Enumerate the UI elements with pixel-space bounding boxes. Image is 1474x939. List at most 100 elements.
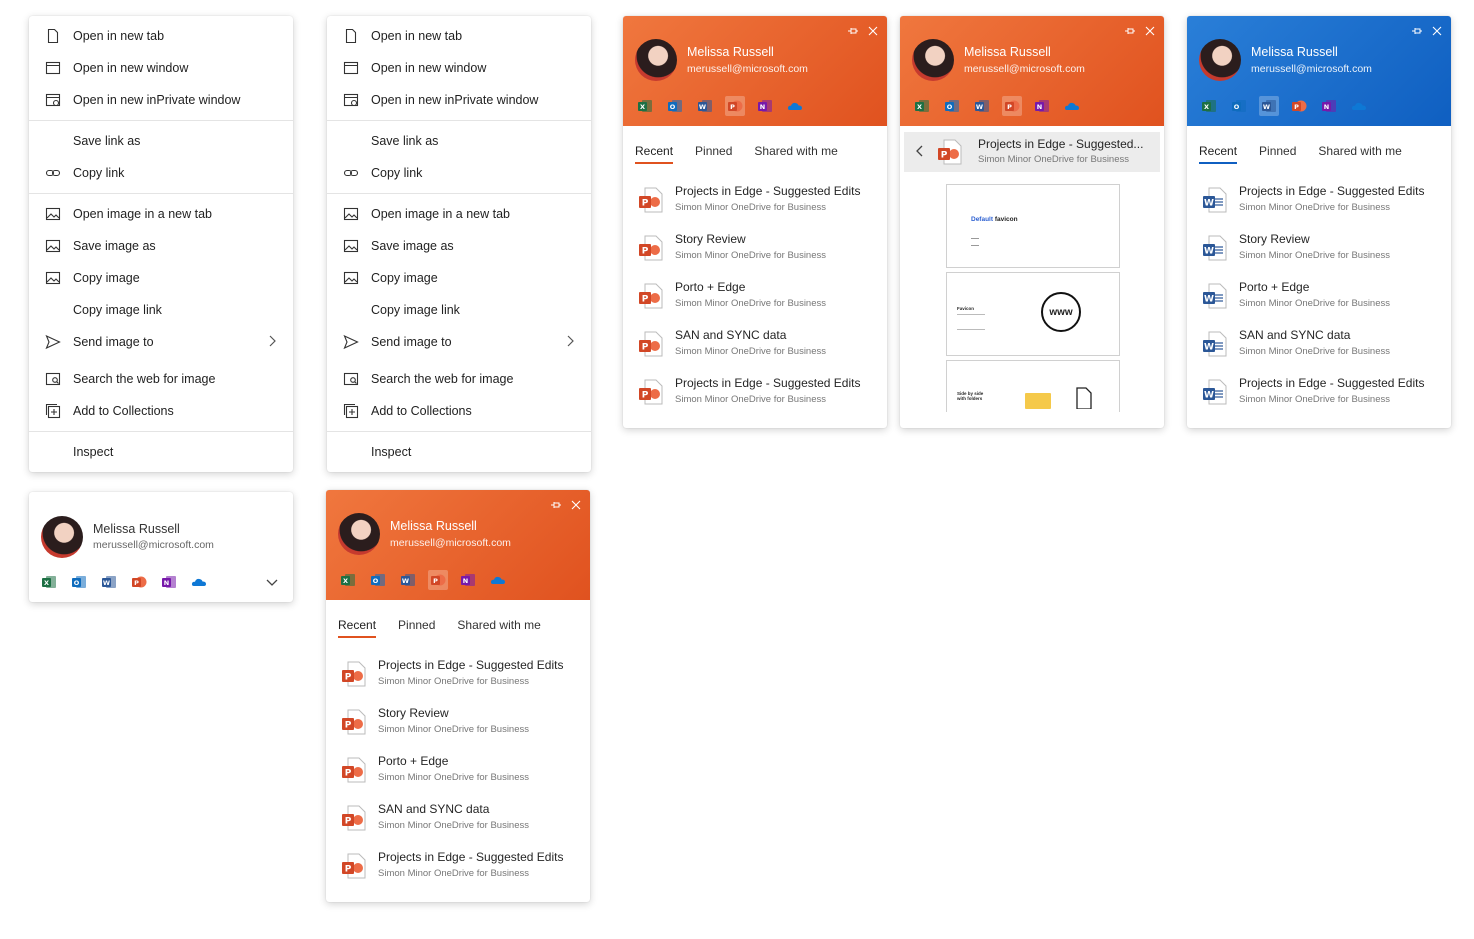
menu-item-copy-link[interactable]: Copy link <box>327 157 591 189</box>
menu-item-save-link-as[interactable]: Save link as <box>327 125 591 157</box>
list-item[interactable]: W SAN and SYNC data Simon Minor OneDrive… <box>1201 328 1441 376</box>
pin-icon[interactable] <box>1411 24 1423 42</box>
menu-item-copy-image-link[interactable]: Copy image link <box>327 294 591 326</box>
list-item[interactable]: P Projects in Edge - Suggested Edits Sim… <box>637 184 877 232</box>
menu-item-search-the-web-for-image[interactable]: Search the web for image <box>29 363 293 395</box>
expand-chevron-icon[interactable] <box>265 576 279 595</box>
list-item[interactable]: P SAN and SYNC data Simon Minor OneDrive… <box>340 802 580 850</box>
powerpoint-icon[interactable]: P <box>129 572 149 592</box>
excel-icon[interactable]: X <box>338 570 358 590</box>
menu-item-open-in-new-window[interactable]: Open in new window <box>29 52 293 84</box>
onenote-icon[interactable]: N <box>1032 96 1052 116</box>
tab-shared-with-me[interactable]: Shared with me <box>754 144 837 164</box>
onedrive-icon[interactable] <box>1062 96 1082 116</box>
menu-item-copy-link[interactable]: Copy link <box>29 157 293 189</box>
outlook-icon[interactable]: O <box>69 572 89 592</box>
menu-item-inspect[interactable]: Inspect <box>29 436 293 468</box>
slide-thumbnail[interactable]: Favicon www <box>946 272 1120 356</box>
close-icon[interactable] <box>1431 24 1443 42</box>
menu-item-add-to-collections[interactable]: Add to Collections <box>29 395 293 427</box>
outlook-icon[interactable]: O <box>665 96 685 116</box>
list-item[interactable]: P Story Review Simon Minor OneDrive for … <box>340 706 580 754</box>
tab-recent[interactable]: Recent <box>1199 144 1238 164</box>
onedrive-icon[interactable] <box>189 572 209 592</box>
onenote-icon[interactable]: N <box>458 570 478 590</box>
menu-item-save-image-as[interactable]: Save image as <box>29 230 293 262</box>
list-item[interactable]: P Porto + Edge Simon Minor OneDrive for … <box>637 280 877 328</box>
word-icon[interactable]: W <box>398 570 418 590</box>
avatar[interactable] <box>912 39 954 81</box>
tab-shared-with-me[interactable]: Shared with me <box>457 618 540 638</box>
outlook-icon[interactable]: O <box>1229 96 1249 116</box>
menu-item-open-in-new-tab[interactable]: Open in new tab <box>327 20 591 52</box>
word-icon[interactable]: W <box>1259 96 1279 116</box>
powerpoint-icon[interactable]: P <box>428 570 448 590</box>
onedrive-icon[interactable] <box>488 570 508 590</box>
powerpoint-icon[interactable]: P <box>1002 96 1022 116</box>
tab-recent[interactable]: Recent <box>635 144 674 164</box>
menu-item-add-to-collections[interactable]: Add to Collections <box>327 395 591 427</box>
excel-icon[interactable]: X <box>39 572 59 592</box>
onenote-icon[interactable]: N <box>755 96 775 116</box>
tab-shared-with-me[interactable]: Shared with me <box>1318 144 1401 164</box>
powerpoint-icon[interactable]: P <box>725 96 745 116</box>
close-icon[interactable] <box>867 24 879 42</box>
outlook-icon[interactable]: O <box>942 96 962 116</box>
back-chevron-icon[interactable] <box>914 144 926 163</box>
menu-item-save-link-as[interactable]: Save link as <box>29 125 293 157</box>
menu-item-copy-image-link[interactable]: Copy image link <box>29 294 293 326</box>
menu-item-search-the-web-for-image[interactable]: Search the web for image <box>327 363 591 395</box>
menu-item-inspect[interactable]: Inspect <box>327 436 591 468</box>
menu-item-copy-image[interactable]: Copy image <box>29 262 293 294</box>
menu-item-label: Search the web for image <box>73 372 216 386</box>
menu-item-open-in-new-tab[interactable]: Open in new tab <box>29 20 293 52</box>
close-icon[interactable] <box>1144 24 1156 42</box>
slide-thumbnail[interactable]: Default favicon <box>946 184 1120 268</box>
slide-thumbnail[interactable]: Side by side with folders <box>946 360 1120 412</box>
list-item[interactable]: W Projects in Edge - Suggested Edits Sim… <box>1201 184 1441 232</box>
menu-item-open-in-new-inprivate-window[interactable]: Open in new inPrivate window <box>327 84 591 116</box>
list-item[interactable]: P Projects in Edge - Suggested Edits Sim… <box>637 376 877 424</box>
pin-icon[interactable] <box>847 24 859 42</box>
list-item[interactable]: W Story Review Simon Minor OneDrive for … <box>1201 232 1441 280</box>
list-item[interactable]: P Porto + Edge Simon Minor OneDrive for … <box>340 754 580 802</box>
onedrive-icon[interactable] <box>785 96 805 116</box>
word-icon[interactable]: W <box>695 96 715 116</box>
outlook-icon[interactable]: O <box>368 570 388 590</box>
close-icon[interactable] <box>570 498 582 516</box>
tab-recent[interactable]: Recent <box>338 618 377 638</box>
list-item[interactable]: P Story Review Simon Minor OneDrive for … <box>637 232 877 280</box>
list-item[interactable]: W Porto + Edge Simon Minor OneDrive for … <box>1201 280 1441 328</box>
list-item[interactable]: P SAN and SYNC data Simon Minor OneDrive… <box>637 328 877 376</box>
list-item[interactable]: W Projects in Edge - Suggested Edits Sim… <box>1201 376 1441 424</box>
powerpoint-icon[interactable]: P <box>1289 96 1309 116</box>
pin-icon[interactable] <box>1124 24 1136 42</box>
slide-thumbnails[interactable]: Default favicon Favicon www Side by side… <box>946 184 1120 412</box>
word-icon[interactable]: W <box>99 572 119 592</box>
onenote-icon[interactable]: N <box>1319 96 1339 116</box>
tab-pinned[interactable]: Pinned <box>398 618 435 638</box>
word-icon[interactable]: W <box>972 96 992 116</box>
avatar[interactable] <box>338 513 380 555</box>
menu-item-copy-image[interactable]: Copy image <box>327 262 591 294</box>
list-item[interactable]: P Projects in Edge - Suggested Edits Sim… <box>340 850 580 898</box>
menu-item-send-image-to[interactable]: Send image to <box>29 326 293 358</box>
tab-pinned[interactable]: Pinned <box>1259 144 1296 164</box>
onedrive-icon[interactable] <box>1349 96 1369 116</box>
pin-icon[interactable] <box>550 498 562 516</box>
excel-icon[interactable]: X <box>635 96 655 116</box>
menu-item-save-image-as[interactable]: Save image as <box>327 230 591 262</box>
onenote-icon[interactable]: N <box>159 572 179 592</box>
avatar[interactable] <box>41 516 83 558</box>
excel-icon[interactable]: X <box>1199 96 1219 116</box>
tab-pinned[interactable]: Pinned <box>695 144 732 164</box>
excel-icon[interactable]: X <box>912 96 932 116</box>
list-item[interactable]: P Projects in Edge - Suggested Edits Sim… <box>340 658 580 706</box>
menu-item-open-in-new-inprivate-window[interactable]: Open in new inPrivate window <box>29 84 293 116</box>
menu-item-open-image-in-a-new-tab[interactable]: Open image in a new tab <box>327 198 591 230</box>
menu-item-send-image-to[interactable]: Send image to <box>327 326 591 358</box>
avatar[interactable] <box>635 39 677 81</box>
menu-item-open-image-in-a-new-tab[interactable]: Open image in a new tab <box>29 198 293 230</box>
avatar[interactable] <box>1199 39 1241 81</box>
menu-item-open-in-new-window[interactable]: Open in new window <box>327 52 591 84</box>
